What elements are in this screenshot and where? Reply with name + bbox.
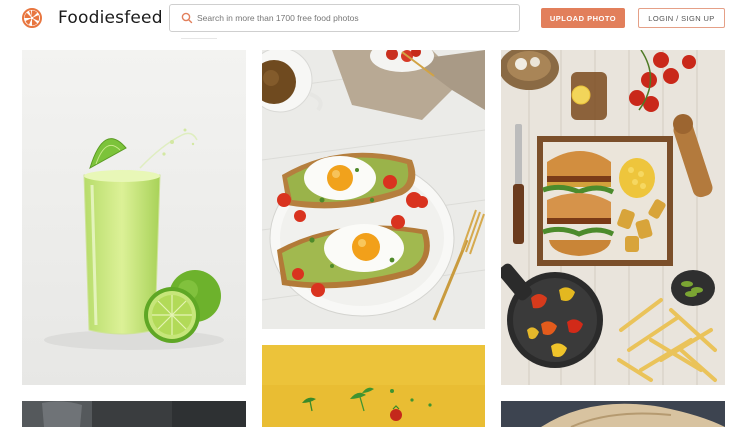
upload-photo-button[interactable]: UPLOAD PHOTO (541, 8, 625, 28)
orange-slice-icon[interactable] (22, 8, 42, 28)
divider (181, 38, 217, 39)
lime-drink-photo[interactable] (22, 50, 246, 385)
login-signup-button[interactable]: LOGIN / SIGN UP (638, 8, 725, 28)
burgers-fries-spread-photo[interactable] (501, 50, 725, 385)
avocado-toast-eggs-photo[interactable] (262, 50, 485, 329)
yellow-flying-veggies-photo[interactable] (262, 345, 485, 427)
search-input[interactable] (197, 5, 512, 31)
search-box[interactable] (169, 4, 520, 32)
glass-dark-photo[interactable] (22, 401, 246, 427)
search-icon (181, 12, 193, 24)
wrap-dark-photo[interactable] (501, 401, 725, 427)
brand-name[interactable]: Foodiesfeed (58, 8, 163, 28)
site-header: Foodiesfeed UPLOAD PHOTO LOGIN / SIGN UP (0, 0, 744, 38)
